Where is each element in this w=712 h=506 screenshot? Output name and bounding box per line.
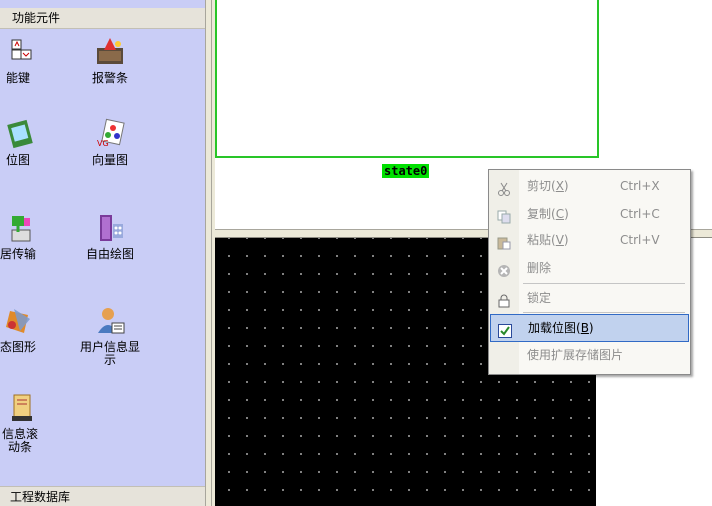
menu-item-label: 剪切(X) xyxy=(527,179,569,193)
state-label: state0 xyxy=(382,164,430,178)
tool-user-info[interactable]: 用户信息显示 xyxy=(70,305,150,367)
info-scroll-icon xyxy=(2,392,34,424)
menu-item-label: 复制(C) xyxy=(527,207,569,221)
menu-item-label: 删除 xyxy=(527,261,552,275)
menu-item-label: 加载位图(B) xyxy=(528,321,594,335)
lock-icon xyxy=(497,291,511,308)
menu-item-label: 粘贴(V) xyxy=(527,233,569,247)
menu-item-label: 使用扩展存储图片 xyxy=(527,348,624,362)
menu-item-lock[interactable]: 锁定 xyxy=(489,285,690,311)
menu-separator xyxy=(523,312,685,313)
svg-text:VG: VG xyxy=(97,139,109,148)
menu-item-paste[interactable]: 粘贴(V) Ctrl+V xyxy=(489,227,690,253)
menu-item-cut[interactable]: 剪切(X) Ctrl+X xyxy=(489,173,690,199)
scissors-icon xyxy=(497,179,511,196)
vector-graph-icon: VG xyxy=(94,118,126,150)
tool-free-draw[interactable]: 自由绘图 xyxy=(70,212,150,261)
tool-data-transfer[interactable]: 居传输 xyxy=(0,212,58,261)
tool-info-scroll[interactable]: 信息滚动条 xyxy=(0,392,58,454)
menu-separator xyxy=(523,283,685,284)
function-key-icon xyxy=(2,36,34,68)
alarm-bar-icon xyxy=(94,36,126,68)
delete-icon xyxy=(497,261,511,277)
tool-label: 用户信息显示 xyxy=(80,340,141,367)
menu-item-load-bitmap[interactable]: 加载位图(B) xyxy=(490,314,689,342)
dynamic-graphic-icon xyxy=(2,305,34,337)
bitmap-icon xyxy=(2,118,34,150)
paste-icon xyxy=(497,233,511,250)
tool-label: 态图形 xyxy=(0,340,36,354)
toolbox-header[interactable]: 功能元件 xyxy=(0,8,205,29)
menu-item-label: 锁定 xyxy=(527,291,552,305)
menu-item-copy[interactable]: 复制(C) Ctrl+C xyxy=(489,201,690,227)
toolbox-panel: 功能元件 能键 报警条 位图 VG 向量图 居传输 自由绘图 态图形 用户信息显… xyxy=(0,0,205,506)
vertical-splitter[interactable] xyxy=(205,0,215,506)
data-transfer-icon xyxy=(2,212,34,244)
free-draw-icon xyxy=(94,212,126,244)
menu-item-shortcut: Ctrl+X xyxy=(620,179,660,193)
tool-label: 自由绘图 xyxy=(85,247,134,261)
tool-label: 能键 xyxy=(5,71,30,85)
tool-bitmap[interactable]: 位图 xyxy=(0,118,58,167)
menu-item-delete[interactable]: 删除 xyxy=(489,255,690,281)
context-menu: 剪切(X) Ctrl+X 复制(C) Ctrl+C 粘贴(V) Ctrl+V 删… xyxy=(488,169,691,375)
menu-item-shortcut: Ctrl+C xyxy=(620,207,660,221)
tool-label: 信息滚动条 xyxy=(1,427,38,454)
tool-label: 居传输 xyxy=(0,247,36,261)
project-database-header[interactable]: 工程数据库 xyxy=(0,486,205,506)
tool-dynamic-graphic[interactable]: 态图形 xyxy=(0,305,58,354)
menu-item-use-extended-storage[interactable]: 使用扩展存储图片 xyxy=(489,342,690,368)
copy-icon xyxy=(497,207,511,224)
tool-function-key[interactable]: 能键 xyxy=(0,36,58,85)
tool-alarm-bar[interactable]: 报警条 xyxy=(70,36,150,85)
tool-label: 报警条 xyxy=(91,71,128,85)
checkbox-icon xyxy=(498,321,512,338)
menu-item-shortcut: Ctrl+V xyxy=(620,233,660,247)
tool-vector-graph[interactable]: VG 向量图 xyxy=(70,118,150,167)
tool-label: 位图 xyxy=(5,153,30,167)
tool-label: 向量图 xyxy=(91,153,128,167)
user-info-icon xyxy=(94,305,126,337)
state-frame[interactable] xyxy=(215,0,599,158)
